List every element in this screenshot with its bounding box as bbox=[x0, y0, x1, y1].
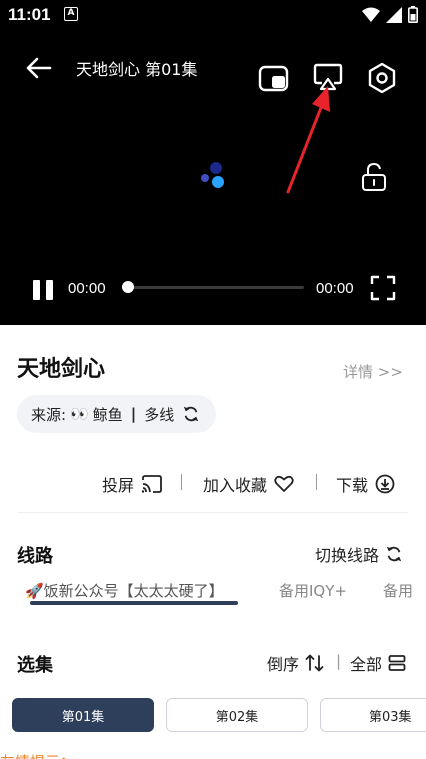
list-icon bbox=[388, 655, 406, 671]
cast-label: 投屏 bbox=[102, 476, 135, 495]
episode-button[interactable]: 第01集 bbox=[12, 698, 154, 732]
seek-thumb[interactable] bbox=[122, 281, 134, 293]
route-selected-indicator bbox=[30, 601, 238, 605]
cast-button[interactable]: 投屏 bbox=[102, 472, 163, 496]
action-row: 投屏 加入收藏 下载 bbox=[0, 472, 426, 496]
current-time: 00:00 bbox=[68, 280, 106, 297]
cast-icon bbox=[141, 475, 162, 493]
route-item[interactable]: 备用IQY+ bbox=[279, 580, 347, 601]
loading-spinner-icon bbox=[201, 162, 224, 188]
divider bbox=[17, 512, 408, 513]
all-episodes-button[interactable]: 全部 bbox=[350, 651, 406, 675]
source-selector[interactable]: 来源: 👀 鲸鱼 | 多线 bbox=[17, 395, 217, 433]
source-name: 鲸鱼 bbox=[92, 405, 123, 424]
source-mode: 多线 bbox=[144, 405, 175, 424]
download-label: 下载 bbox=[336, 476, 369, 495]
routes-heading: 线路 bbox=[17, 546, 53, 567]
sort-order-button[interactable]: 倒序 bbox=[267, 651, 325, 675]
route-item[interactable]: 备用 bbox=[383, 580, 413, 601]
status-bar: 11:01 A bbox=[0, 0, 426, 30]
source-separator: | bbox=[130, 405, 137, 423]
episodes-separator: | bbox=[336, 652, 342, 670]
unlock-icon[interactable] bbox=[360, 162, 388, 192]
all-episodes-label: 全部 bbox=[350, 655, 383, 674]
favorite-button[interactable]: 加入收藏 bbox=[203, 472, 294, 496]
episode-button[interactable]: 第03集 bbox=[320, 698, 426, 732]
footer-hint: 友情提示： bbox=[0, 751, 75, 759]
signal-icon bbox=[386, 6, 402, 23]
refresh-icon bbox=[386, 546, 402, 562]
switch-route-label: 切换线路 bbox=[315, 546, 380, 565]
download-icon bbox=[375, 474, 395, 494]
episodes-heading: 选集 bbox=[17, 655, 53, 676]
video-player[interactable]: 天地剑心 第01集 00:00 00:00 bbox=[0, 30, 426, 325]
cast-screen-icon[interactable] bbox=[312, 62, 344, 92]
action-divider bbox=[181, 474, 182, 490]
pause-icon[interactable] bbox=[30, 277, 56, 303]
download-button[interactable]: 下载 bbox=[336, 472, 395, 496]
status-time: 11:01 bbox=[8, 5, 51, 24]
episode-button[interactable]: 第02集 bbox=[166, 698, 308, 732]
switch-route-button[interactable]: 切换线路 bbox=[315, 542, 403, 566]
fullscreen-icon[interactable] bbox=[370, 275, 396, 301]
sort-icon bbox=[305, 654, 324, 672]
refresh-icon bbox=[184, 406, 199, 422]
show-title: 天地剑心 bbox=[17, 357, 106, 382]
heart-icon bbox=[274, 475, 294, 492]
favorite-label: 加入收藏 bbox=[203, 476, 268, 495]
annotation-arrow bbox=[286, 86, 330, 194]
details-link[interactable]: 详情 >> bbox=[343, 361, 403, 382]
battery-icon bbox=[408, 6, 418, 23]
system-icons bbox=[362, 6, 418, 23]
route-item[interactable]: 🚀饭新公众号【太太太硬了】 bbox=[25, 580, 224, 601]
seek-bar[interactable] bbox=[122, 286, 304, 289]
eyes-emoji: 👀 bbox=[70, 405, 89, 423]
wifi-icon bbox=[362, 7, 380, 22]
duration: 00:00 bbox=[316, 280, 354, 297]
action-divider bbox=[316, 474, 317, 490]
source-label: 来源: bbox=[31, 405, 67, 424]
sort-label: 倒序 bbox=[267, 655, 300, 674]
pip-icon[interactable] bbox=[258, 64, 290, 94]
player-title: 天地剑心 第01集 bbox=[76, 60, 198, 79]
app-notification-icon: A bbox=[64, 7, 78, 21]
settings-hex-icon[interactable] bbox=[366, 62, 398, 94]
back-arrow-icon[interactable] bbox=[24, 56, 52, 80]
